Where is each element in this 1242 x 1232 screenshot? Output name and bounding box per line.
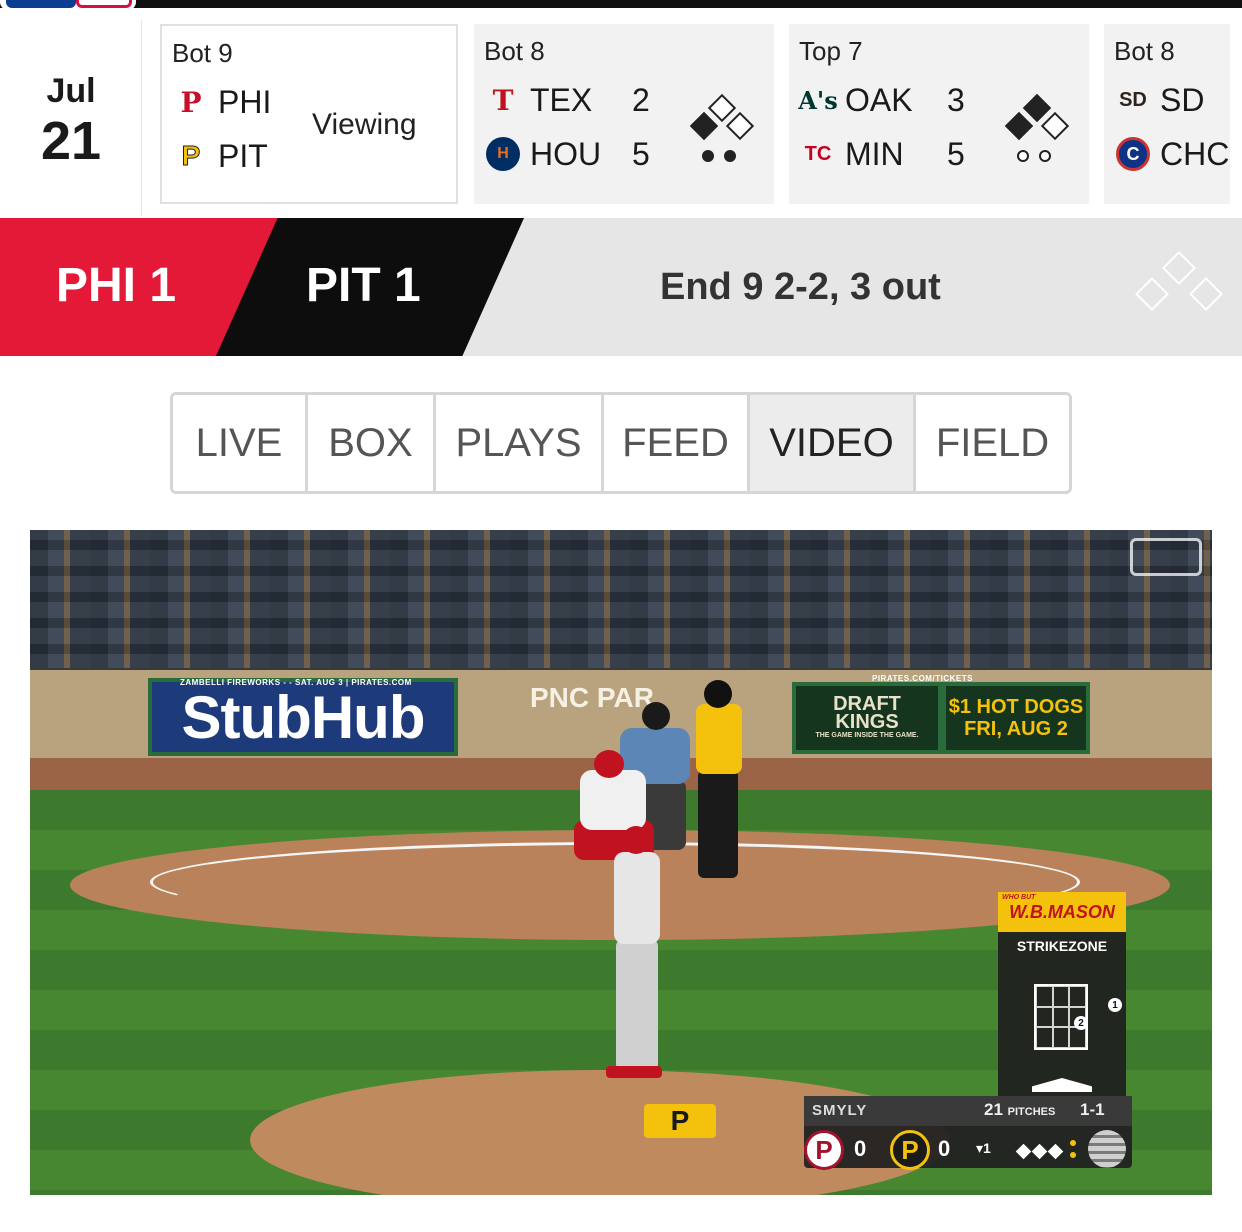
inning-indicator: ▾1 bbox=[976, 1140, 991, 1156]
away-team-row: P PHI bbox=[174, 82, 271, 122]
bases-empty-icon bbox=[1124, 248, 1234, 328]
ball-strike-count: 1-1 bbox=[1080, 1100, 1105, 1119]
home-team-row: H HOU bbox=[486, 134, 601, 174]
game-card-tex-hou[interactable]: Bot 8 T TEX 2 H HOU 5 bbox=[474, 24, 774, 204]
wb-mason-tag: WHO BUT bbox=[1002, 894, 1036, 901]
phillies-logo-icon: P bbox=[804, 1130, 844, 1170]
game-inning: Top 7 bbox=[799, 36, 863, 66]
rangers-logo-icon: T bbox=[492, 83, 514, 117]
away-team-row: A's OAK bbox=[798, 80, 913, 120]
away-runs: 0 bbox=[854, 1136, 867, 1161]
team-abbr: MIN bbox=[845, 135, 904, 172]
strikezone-widget: WHO BUT W.B.MASON STRIKEZONE 1 2 bbox=[998, 892, 1126, 1102]
view-tabs: LIVE BOX PLAYS FEED VIDEO FIELD bbox=[170, 392, 1072, 494]
wb-mason-text: W.B.MASON bbox=[1009, 901, 1115, 922]
tab-plays[interactable]: PLAYS bbox=[436, 395, 604, 491]
pirates-logo-icon: P bbox=[890, 1130, 930, 1170]
date-day: 21 bbox=[40, 111, 102, 171]
tab-box[interactable]: BOX bbox=[308, 395, 436, 491]
away-score: 2 bbox=[632, 82, 650, 118]
phillies-logo-icon: P bbox=[180, 85, 202, 119]
hot-dogs-line2: FRI, AUG 2 bbox=[964, 718, 1068, 740]
bases-diamond-icon bbox=[682, 93, 762, 174]
game-inning: Bot 8 bbox=[1114, 36, 1175, 66]
stubhub-ad: StubHub bbox=[148, 678, 458, 756]
hot-dogs-ad: $1 HOT DOGS FRI, AUG 2 bbox=[942, 682, 1090, 754]
home-team-row: P PIT bbox=[174, 136, 268, 176]
viewing-label: Viewing bbox=[312, 108, 417, 141]
home-score: 5 bbox=[947, 136, 965, 172]
draftkings-ad: DRAFT KINGS THE GAME INSIDE THE GAME. bbox=[792, 682, 942, 754]
pitch-marker-2: 2 bbox=[1074, 1016, 1088, 1030]
mound-logo: P bbox=[644, 1104, 716, 1138]
pitch-count: 21 PITCHES bbox=[984, 1100, 1055, 1120]
home-team-row: TC MIN bbox=[801, 134, 904, 174]
draftkings-line2: KINGS bbox=[835, 711, 899, 733]
home-team-row: C CHC bbox=[1116, 134, 1229, 174]
pitch-count-value: 21 bbox=[984, 1100, 1003, 1119]
game-card-oak-min[interactable]: Top 7 A's OAK 3 TC MIN 5 bbox=[789, 24, 1089, 204]
away-score: 3 bbox=[947, 82, 965, 118]
outs-indicator-icon bbox=[1070, 1138, 1078, 1162]
home-plate-icon bbox=[1032, 1078, 1092, 1092]
date-month: Jul bbox=[46, 72, 96, 110]
team-abbr: SD bbox=[1160, 81, 1205, 118]
game-status: End 9 2-2, 3 out bbox=[660, 266, 941, 308]
att-logo-icon bbox=[1088, 1130, 1126, 1168]
pitch-count-label: PITCHES bbox=[1007, 1106, 1056, 1118]
team-abbr: CHC bbox=[1160, 135, 1230, 172]
pitcher-name: SMYLY bbox=[812, 1102, 868, 1119]
wb-mason-logo: WHO BUT W.B.MASON bbox=[998, 892, 1126, 932]
pitcher-figure bbox=[606, 820, 666, 1090]
twins-logo-icon: TC bbox=[804, 142, 832, 165]
padres-logo-icon: SD bbox=[1119, 88, 1147, 111]
date-display[interactable]: Jul 21 bbox=[0, 20, 142, 216]
game-inning: Bot 9 bbox=[172, 38, 233, 68]
batter-figure bbox=[692, 680, 748, 880]
team-abbr: TEX bbox=[530, 81, 593, 118]
tab-field[interactable]: FIELD bbox=[916, 395, 1069, 491]
team-abbr: PIT bbox=[218, 137, 268, 174]
bases-diamond-icon bbox=[997, 93, 1077, 174]
broadcast-score-bug: SMYLY 21 PITCHES 1-1 P 0 P 0 ▾1 bbox=[804, 1096, 1132, 1170]
team-abbr: OAK bbox=[845, 81, 913, 118]
home-score: 5 bbox=[632, 136, 650, 172]
away-team-score: PHI 1 bbox=[56, 259, 177, 312]
strikezone-title: STRIKEZONE bbox=[1016, 938, 1108, 954]
team-abbr: HOU bbox=[530, 135, 602, 172]
game-score-banner: PHI 1 PIT 1 End 9 2-2, 3 out bbox=[0, 218, 1242, 356]
scoreboard-ticker: Jul 21 Bot 9 P PHI P PIT Viewing Bot 8 T… bbox=[0, 8, 1242, 216]
game-card-phi-pit[interactable]: Bot 9 P PHI P PIT Viewing bbox=[160, 24, 458, 204]
video-player[interactable]: StubHub ZAMBELLI FIREWORKS - - SAT. AUG … bbox=[30, 530, 1212, 1195]
athletics-logo-icon: A's bbox=[798, 85, 838, 115]
stubhub-ad-subtext: ZAMBELLI FIREWORKS - - SAT. AUG 3 | PIRA… bbox=[180, 678, 412, 687]
game-inning: Bot 8 bbox=[484, 36, 545, 66]
tab-live[interactable]: LIVE bbox=[173, 395, 308, 491]
top-bar bbox=[0, 0, 1242, 8]
broadcast-logo-icon bbox=[1130, 538, 1202, 576]
team-abbr: PHI bbox=[218, 83, 272, 120]
tab-feed[interactable]: FEED bbox=[604, 395, 750, 491]
tab-video[interactable]: VIDEO bbox=[750, 395, 916, 491]
game-card-sd-chc[interactable]: Bot 8 SD SD C CHC bbox=[1104, 24, 1230, 204]
pitch-marker-1: 1 bbox=[1108, 998, 1122, 1012]
hot-dogs-line1: $1 HOT DOGS bbox=[948, 696, 1084, 718]
astros-logo-icon: H bbox=[486, 137, 520, 171]
cubs-logo-icon: C bbox=[1116, 137, 1150, 171]
pirates-logo-icon: P bbox=[181, 140, 201, 172]
home-team-score: PIT 1 bbox=[306, 259, 421, 312]
away-team-row: SD SD bbox=[1116, 80, 1204, 120]
draftkings-sub: THE GAME INSIDE THE GAME. bbox=[815, 732, 919, 739]
away-team-row: T TEX bbox=[486, 80, 593, 120]
home-runs: 0 bbox=[938, 1136, 951, 1161]
stubhub-ad-text: StubHub bbox=[181, 683, 426, 751]
mini-bases-icon bbox=[1014, 1142, 1064, 1160]
